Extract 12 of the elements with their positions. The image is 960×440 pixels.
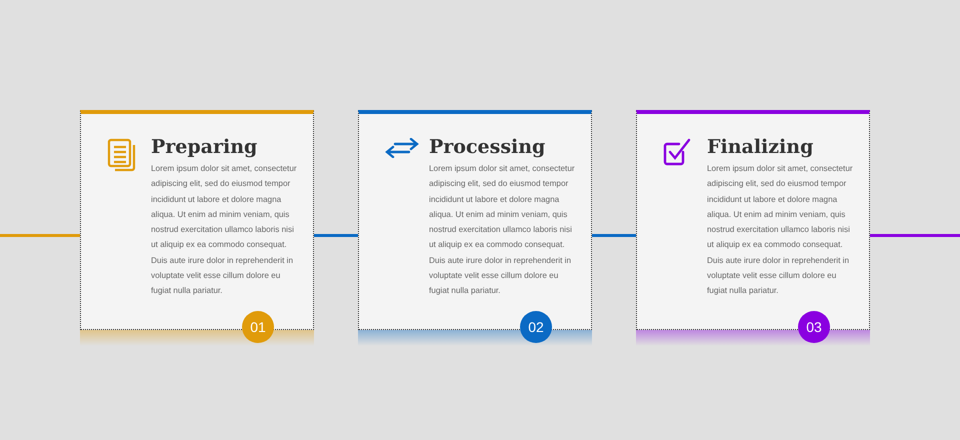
step-number-badge: 01	[242, 311, 274, 343]
step-number-badge: 02	[520, 311, 552, 343]
step-description: Lorem ipsum dolor sit amet, consectetur adipiscing elit, sed do eiusmod tempor incididunt ut labore et dolore magna aliqua. Ut enim ad minim veniam, quis nostrud exercitation ullamco laboris nisi ut aliquip ex ea commodo consequat. Duis aute irure dolor in reprehenderit in voluptate velit esse cillum dolore eu fugiat nulla pariatur.	[151, 163, 298, 298]
exchange-arrows-icon	[385, 138, 419, 158]
step-title: Finalizing	[707, 135, 814, 160]
step-title: Processing	[429, 135, 546, 160]
document-icon	[107, 138, 137, 172]
checkbox-icon	[663, 138, 691, 166]
step-description: Lorem ipsum dolor sit amet, consectetur adipiscing elit, sed do eiusmod tempor incididunt ut labore et dolore magna aliqua. Ut enim ad minim veniam, quis nostrud exercitation ullamco laboris nisi ut aliquip ex ea commodo consequat. Duis aute irure dolor in reprehenderit in voluptate velit esse cillum dolore eu fugiat nulla pariatur.	[707, 163, 854, 298]
step-number-badge: 03	[798, 311, 830, 343]
step-title: Preparing	[151, 135, 258, 160]
step-description: Lorem ipsum dolor sit amet, consectetur adipiscing elit, sed do eiusmod tempor incididunt ut labore et dolore magna aliqua. Ut enim ad minim veniam, quis nostrud exercitation ullamco laboris nisi ut aliquip ex ea commodo consequat. Duis aute irure dolor in reprehenderit in voluptate velit esse cillum dolore eu fugiat nulla pariatur.	[429, 163, 576, 298]
